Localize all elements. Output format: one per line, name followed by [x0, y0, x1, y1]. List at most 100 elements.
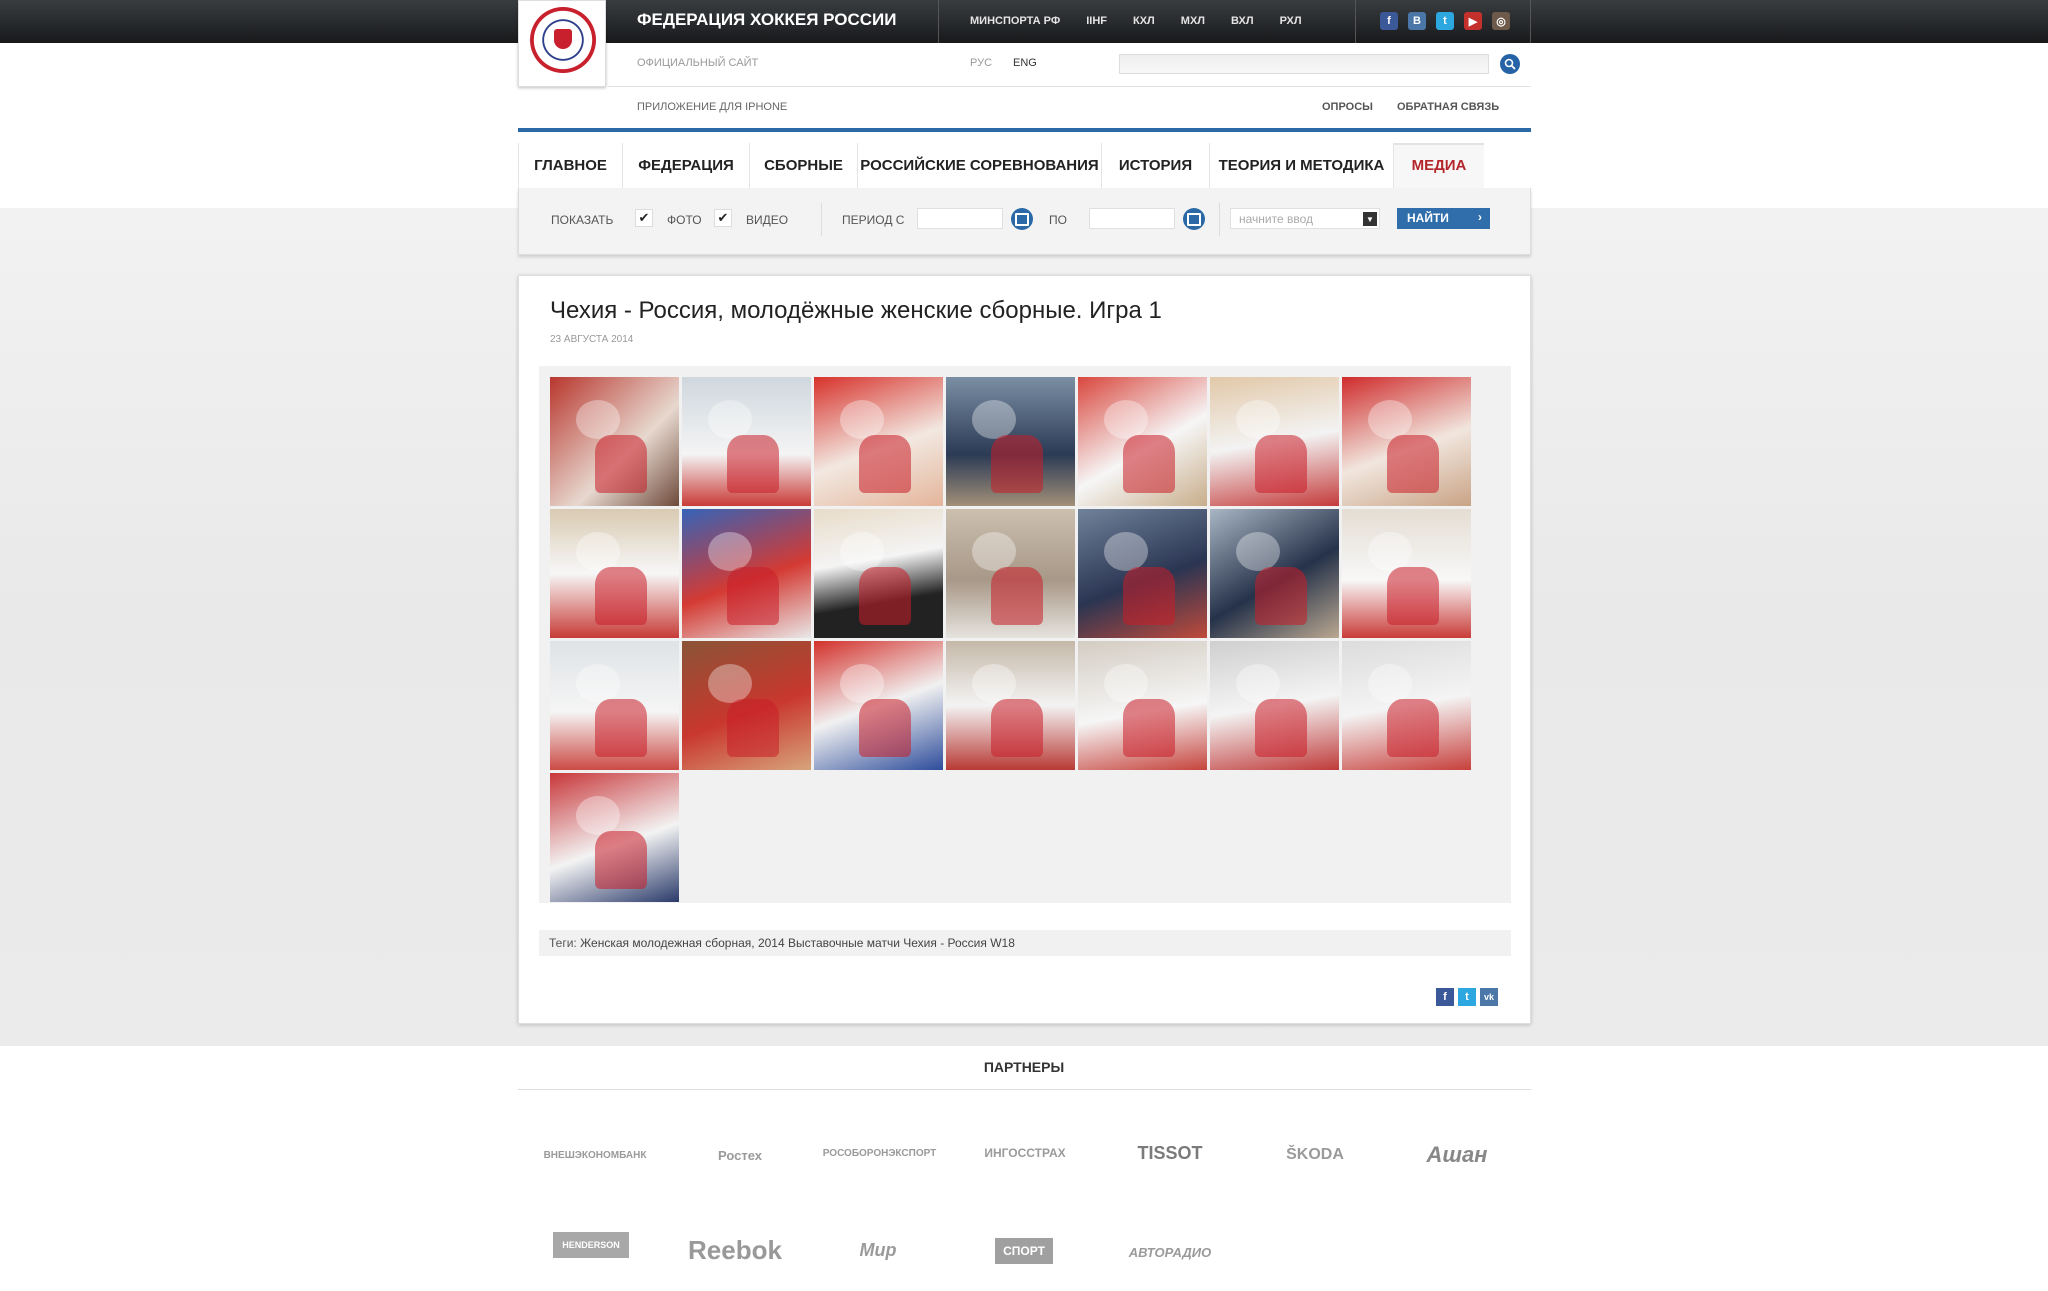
tags-label: Теги:: [549, 936, 577, 950]
photo-album-card: Чехия - Россия, молодёжные женские сборн…: [518, 275, 1531, 1024]
keyword-combo[interactable]: начните ввод ▼: [1230, 208, 1380, 229]
gallery-photo-thumbnail[interactable]: [550, 641, 679, 770]
lang-ru-link[interactable]: РУС: [970, 57, 992, 69]
partner-veb[interactable]: ВНЕШЭКОНОМБАНК: [530, 1135, 660, 1175]
video-label: ВИДЕО: [746, 213, 789, 227]
find-button[interactable]: НАЙТИ ›: [1397, 208, 1490, 229]
link-khl[interactable]: КХЛ: [1133, 15, 1155, 27]
header-accent-line: [518, 128, 1531, 132]
iphone-app-link[interactable]: ПРИЛОЖЕНИЕ ДЛЯ IPHONE: [637, 101, 787, 113]
gallery-photo-thumbnail[interactable]: [946, 377, 1075, 506]
partner-ingosstrakh[interactable]: ИНГОССТРАХ: [980, 1133, 1070, 1173]
date-to-input[interactable]: [1089, 208, 1175, 229]
fhr-emblem-icon: [530, 7, 596, 73]
find-button-label: НАЙТИ: [1407, 211, 1449, 225]
partner-auchan[interactable]: Ашан: [1412, 1135, 1502, 1175]
gallery-photo-thumbnail[interactable]: [814, 509, 943, 638]
share-buttons: f t vk: [1436, 988, 1498, 1006]
facebook-icon[interactable]: f: [1380, 12, 1398, 30]
gallery-photo-thumbnail[interactable]: [1078, 377, 1207, 506]
lang-en-link[interactable]: ENG: [1013, 57, 1037, 69]
calendar-to-icon[interactable]: [1183, 208, 1205, 230]
gallery-photo-thumbnail[interactable]: [682, 641, 811, 770]
gallery-photo-thumbnail[interactable]: [550, 773, 679, 902]
youtube-icon[interactable]: ▶: [1464, 12, 1482, 30]
partner-links: МИНСПОРТА РФ IIHF КХЛ МХЛ ВХЛ РХЛ: [970, 15, 1328, 27]
gallery-photo-thumbnail[interactable]: [1078, 509, 1207, 638]
gallery-photo-thumbnail[interactable]: [1210, 377, 1339, 506]
partner-mir[interactable]: Мир: [848, 1230, 908, 1270]
partner-henderson[interactable]: HENDERSON: [553, 1232, 629, 1258]
partner-sport[interactable]: СПОРТ: [995, 1238, 1053, 1264]
vkontakte-share-icon[interactable]: vk: [1480, 988, 1498, 1006]
gallery-photo-thumbnail[interactable]: [1210, 641, 1339, 770]
calendar-from-icon[interactable]: [1011, 208, 1033, 230]
polls-link[interactable]: ОПРОСЫ: [1322, 101, 1373, 113]
partner-rostec[interactable]: Ростех: [695, 1135, 785, 1175]
nav-main[interactable]: ГЛАВНОЕ: [518, 143, 623, 188]
gallery-photo-thumbnail[interactable]: [1342, 641, 1471, 770]
gallery-photo-thumbnail[interactable]: [682, 377, 811, 506]
gallery-photo-thumbnail[interactable]: [1078, 641, 1207, 770]
nav-teams[interactable]: СБОРНЫЕ: [750, 143, 858, 188]
site-title[interactable]: ФЕДЕРАЦИЯ ХОККЕЯ РОССИИ: [637, 10, 896, 30]
gallery-photo-thumbnail[interactable]: [550, 377, 679, 506]
twitter-share-icon[interactable]: t: [1458, 988, 1476, 1006]
gallery-photo-thumbnail[interactable]: [946, 509, 1075, 638]
gallery-photo-thumbnail[interactable]: [682, 509, 811, 638]
link-vhl[interactable]: ВХЛ: [1231, 15, 1254, 27]
search-button[interactable]: [1500, 54, 1520, 74]
twitter-icon[interactable]: t: [1436, 12, 1454, 30]
album-date: 23 АВГУСТА 2014: [550, 334, 634, 345]
link-mhl[interactable]: МХЛ: [1181, 15, 1205, 27]
nav-history[interactable]: ИСТОРИЯ: [1102, 143, 1210, 188]
photo-checkbox[interactable]: ✔: [635, 209, 653, 227]
instagram-icon[interactable]: ◎: [1492, 12, 1510, 30]
divider: [1219, 203, 1220, 236]
partner-skoda[interactable]: ŠKODA: [1260, 1135, 1370, 1175]
social-links: f Bt ▶ ◎: [1380, 12, 1510, 30]
fhr-logo[interactable]: [518, 0, 606, 87]
divider: [608, 86, 1531, 87]
vkontakte-icon[interactable]: B: [1408, 12, 1426, 30]
gallery-photo-thumbnail[interactable]: [1342, 377, 1471, 506]
search-input[interactable]: [1119, 54, 1489, 74]
gallery-photo-thumbnail[interactable]: [814, 641, 943, 770]
nav-media[interactable]: МЕДИА: [1394, 143, 1484, 188]
nav-russian-competitions[interactable]: РОССИЙСКИЕ СОРЕВНОВАНИЯ: [858, 143, 1102, 188]
photo-label: ФОТО: [667, 213, 702, 227]
partner-reebok[interactable]: Reebok: [680, 1230, 790, 1270]
gallery-photo-thumbnail[interactable]: [946, 641, 1075, 770]
gallery-photo-thumbnail[interactable]: [814, 377, 943, 506]
link-rhl[interactable]: РХЛ: [1280, 15, 1302, 27]
partners-title: ПАРТНЕРЫ: [983, 1059, 1065, 1075]
gallery-photo-thumbnail[interactable]: [1342, 509, 1471, 638]
official-site-label: ОФИЦИАЛЬНЫЙ САЙТ: [637, 57, 759, 69]
feedback-link[interactable]: ОБРАТНАЯ СВЯЗЬ: [1397, 101, 1499, 113]
partner-tissot[interactable]: TISSOT: [1115, 1133, 1225, 1173]
facebook-share-icon[interactable]: f: [1436, 988, 1454, 1006]
date-from-input[interactable]: [917, 208, 1003, 229]
tags-bar: Теги: Женская молодежная сборная, 2014 В…: [539, 930, 1511, 956]
tags-value[interactable]: Женская молодежная сборная, 2014 Выставо…: [580, 936, 1015, 950]
nav-federation[interactable]: ФЕДЕРАЦИЯ: [623, 143, 750, 188]
dropdown-arrow-icon[interactable]: ▼: [1363, 212, 1377, 226]
photo-gallery: [539, 366, 1511, 903]
nav-theory[interactable]: ТЕОРИЯ И МЕТОДИКА: [1210, 143, 1394, 188]
checkmark-icon: ✔: [717, 210, 729, 225]
period-to-label: ПО: [1049, 213, 1067, 227]
show-label: ПОКАЗАТЬ: [551, 213, 614, 227]
partner-rosoboronexport[interactable]: РОСОБОРОНЭКСПОРТ: [812, 1133, 947, 1173]
partner-avtoradio[interactable]: АВТОРАДИО: [1129, 1232, 1211, 1272]
checkmark-icon: ✔: [638, 210, 650, 225]
period-from-label: ПЕРИОД С: [842, 213, 905, 227]
video-checkbox[interactable]: ✔: [714, 209, 732, 227]
link-iihf[interactable]: IIHF: [1086, 15, 1107, 27]
link-minsport[interactable]: МИНСПОРТА РФ: [970, 15, 1060, 27]
keyword-placeholder: начните ввод: [1239, 212, 1314, 226]
divider: [518, 1089, 1531, 1090]
album-title: Чехия - Россия, молодёжные женские сборн…: [550, 297, 1162, 324]
divider: [938, 0, 939, 43]
gallery-photo-thumbnail[interactable]: [1210, 509, 1339, 638]
gallery-photo-thumbnail[interactable]: [550, 509, 679, 638]
